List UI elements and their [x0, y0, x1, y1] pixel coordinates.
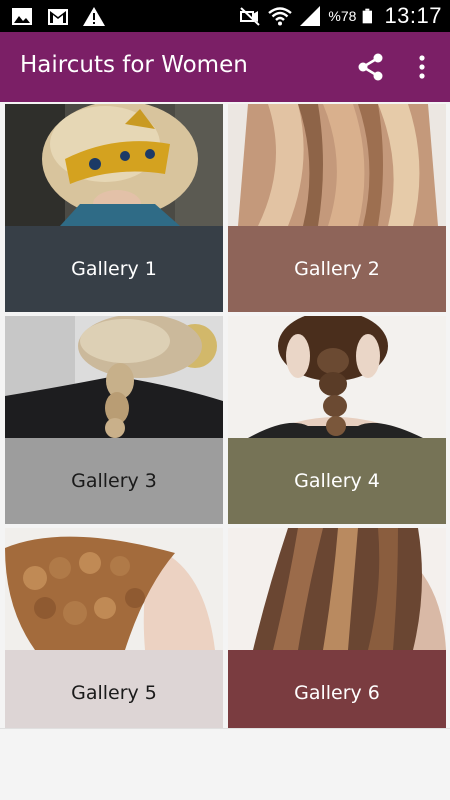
gallery-4-photo: [228, 316, 446, 438]
share-icon[interactable]: [354, 50, 388, 84]
gallery-2-label: Gallery 2: [294, 258, 380, 280]
gallery-5-photo: [5, 528, 223, 650]
gallery-tile-3[interactable]: Gallery 3: [5, 316, 223, 524]
gallery-3-caption: Gallery 3: [5, 438, 223, 524]
gallery-2-photo: [228, 104, 446, 226]
gallery-2-caption: Gallery 2: [228, 226, 446, 312]
bottom-empty-area: [0, 728, 450, 800]
app-title: Haircuts for Women: [20, 52, 248, 78]
gallery-1-label: Gallery 1: [71, 258, 157, 280]
clock: 13:17: [384, 3, 442, 28]
wifi-icon: [268, 7, 293, 26]
gallery-6-photo: [228, 528, 446, 650]
warning-icon: [83, 7, 105, 26]
gallery-tile-4[interactable]: Gallery 4: [228, 316, 446, 524]
app-bar: Haircuts for Women: [0, 32, 450, 102]
signal-icon: [300, 6, 321, 26]
gallery-tile-6[interactable]: Gallery 6: [228, 528, 446, 736]
gallery-4-label: Gallery 4: [294, 470, 380, 492]
gallery-tile-2[interactable]: Gallery 2: [228, 104, 446, 312]
gallery-3-photo: [5, 316, 223, 438]
status-bar: %78 13:17: [0, 0, 450, 32]
battery-percent: %78: [328, 8, 357, 24]
gmail-icon: [48, 9, 68, 25]
gallery-3-label: Gallery 3: [71, 470, 157, 492]
mute-icon: [240, 7, 261, 26]
gallery-grid: Gallery 1 Gallery 2 Gallery 3 Gallery 4 …: [0, 102, 450, 736]
gallery-6-caption: Gallery 6: [228, 650, 446, 736]
gallery-1-photo: [5, 104, 223, 226]
gallery-tile-1[interactable]: Gallery 1: [5, 104, 223, 312]
battery-icon: [363, 8, 373, 24]
gallery-1-caption: Gallery 1: [5, 226, 223, 312]
gallery-4-caption: Gallery 4: [228, 438, 446, 524]
gallery-6-label: Gallery 6: [294, 682, 380, 704]
gallery-5-label: Gallery 5: [71, 682, 157, 704]
more-vert-icon[interactable]: [410, 50, 434, 84]
gallery-tile-5[interactable]: Gallery 5: [5, 528, 223, 736]
image-icon: [12, 8, 32, 25]
gallery-5-caption: Gallery 5: [5, 650, 223, 736]
